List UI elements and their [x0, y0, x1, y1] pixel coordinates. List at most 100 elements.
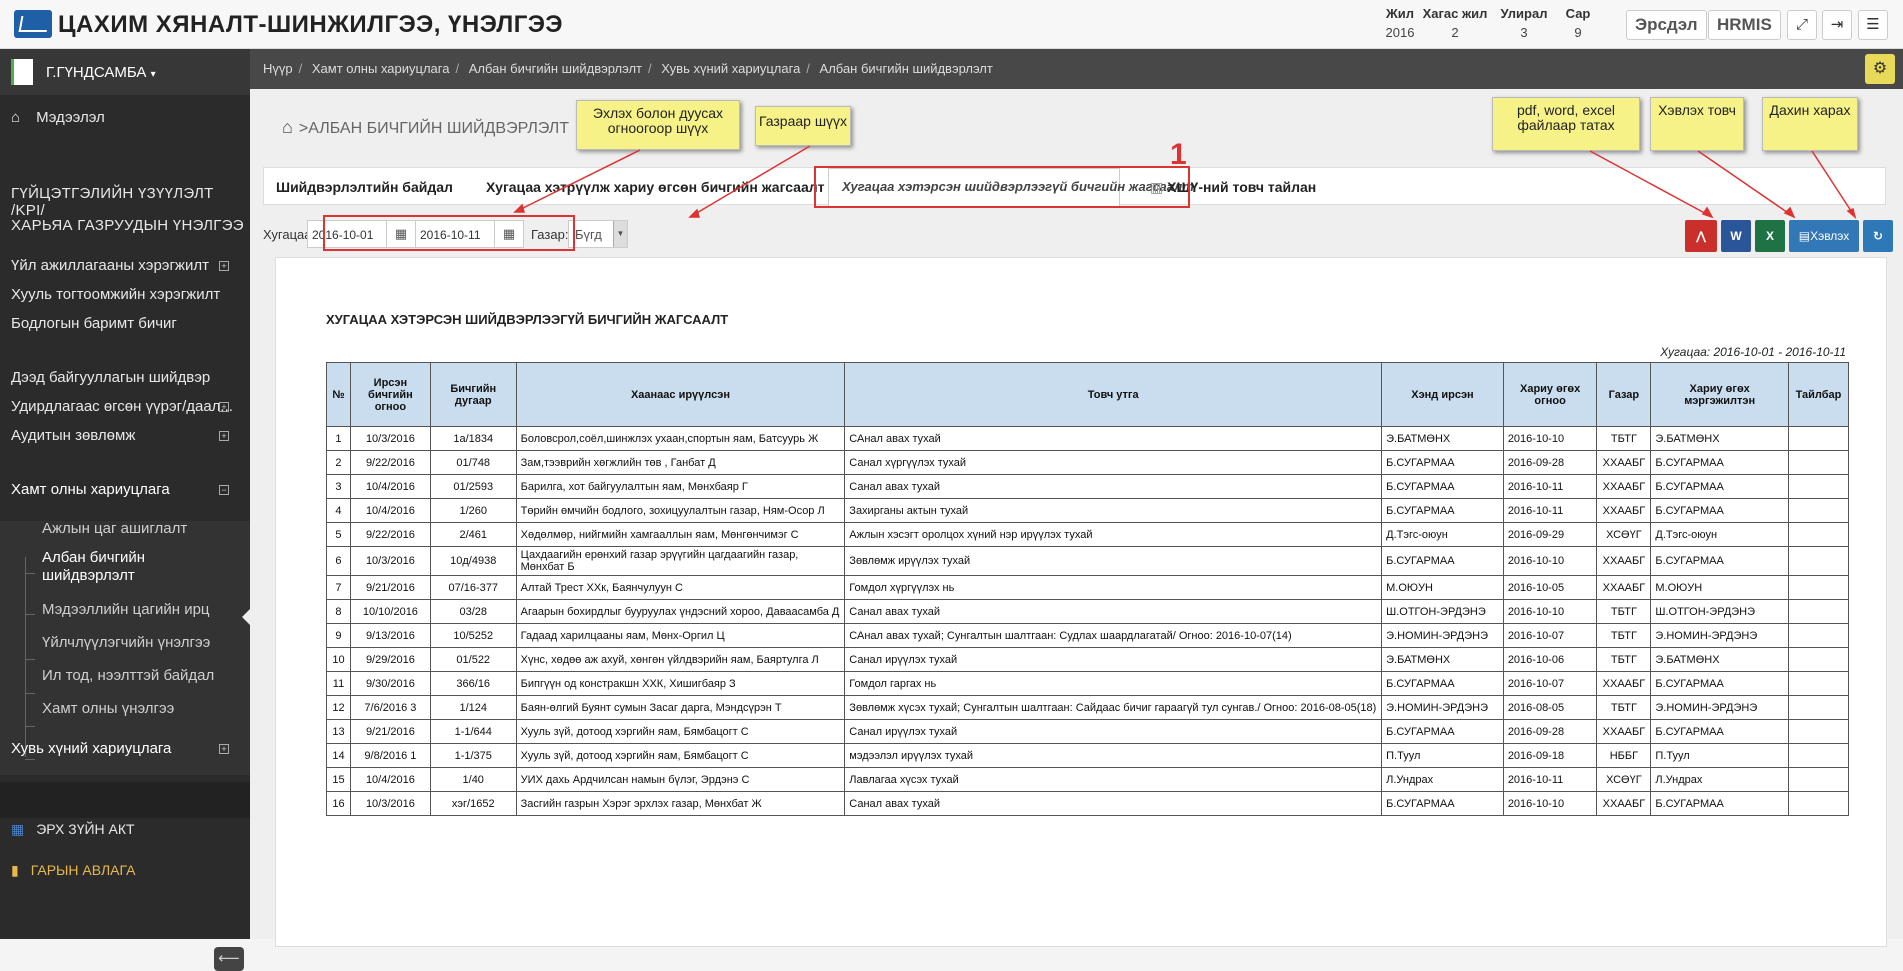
sidebar-item-activity[interactable]: Үйл ажиллагааны хэрэгжилт + [11, 257, 239, 274]
sidebar-item-customer[interactable]: Үйлчлүүлэгчийн үнэлгээ [42, 634, 210, 651]
period-halfyear[interactable]: Хагас жил 2 [1422, 6, 1488, 40]
table-cell [1787, 791, 1850, 816]
sidebar-item-label: Үйл ажиллагааны хэрэгжилт [11, 257, 209, 274]
sidebar-item-team-eval[interactable]: Хамт олны үнэлгээ [42, 700, 174, 717]
table-cell: 12 [326, 695, 351, 720]
expand-icon[interactable]: + [219, 744, 229, 754]
page-title-text: >АЛБАН БИЧГИЙН ШИЙДВЭРЛЭЛТ [298, 120, 570, 137]
table-cell: 2016-08-05 [1502, 695, 1598, 720]
table-cell: 16 [326, 791, 351, 816]
table-cell: Ажлын хэсэгт оролцох хүний нэр ирүүлэх т… [844, 522, 1383, 547]
fullscreen-icon[interactable]: ⤢ [1787, 10, 1817, 40]
table-cell [1787, 719, 1850, 744]
expand-icon[interactable]: + [219, 431, 229, 441]
sidebar-item-decision[interactable]: Дээд байгууллагын шийдвэр [11, 369, 210, 386]
sidebar-item-kpi[interactable]: ГҮЙЦЭТГЭЛИЙН ҮЗҮҮЛЭЛТ /KPI/ [11, 185, 250, 219]
sidebar-item-hkh[interactable]: Хувь хүний хариуцлага + [11, 740, 239, 757]
breadcrumb-item[interactable]: Нүүр [263, 61, 293, 76]
table-cell: Цахдаагийн ерөнхий газар эрүүгийн цагдаа… [515, 546, 846, 576]
tab-late-answered[interactable]: Хугацаа хэтрүүлж хариу өгсөн бичгийн жаг… [486, 179, 825, 195]
pdf-export-button[interactable]: ⋀ [1685, 220, 1717, 252]
tab-highlight [814, 166, 1190, 208]
table-cell [1787, 671, 1850, 696]
breadcrumb-item[interactable]: Хувь хүний хариуцлага [661, 61, 800, 76]
tree-tick [25, 693, 35, 694]
table-cell: Захирганы актын тухай [844, 498, 1383, 523]
sidebar-item-law[interactable]: Хууль тогтоомжийн хэрэгжилт [11, 286, 220, 303]
table-cell: Хүнс, хөдөө аж ахуй, хөнгөн үйлдвэрийн я… [515, 647, 846, 672]
gazar-select[interactable]: Бүгд ▼ [568, 220, 628, 248]
table-body: 1 10/3/2016 1а/1834 Боловсрол,соёл,шинжлэх … [326, 426, 1850, 816]
gear-icon[interactable]: ⚙ [1865, 54, 1895, 84]
table-cell: 03/28 [429, 599, 517, 624]
word-export-button[interactable]: W [1721, 220, 1751, 252]
table-cell: П.Туул [1650, 743, 1789, 768]
table-cell: ХХААБГ [1596, 719, 1652, 744]
table-cell: ХХААБГ [1596, 546, 1652, 576]
collapse-sidebar-icon[interactable]: ⟵ [214, 947, 244, 971]
table-cell: 2016-10-05 [1502, 575, 1598, 600]
sidebar-item-gar[interactable]: ▮ ГАРЫН АВЛАГА [11, 862, 135, 879]
table-header-cell: Ирсэн бичгийн огноо [349, 362, 431, 427]
table-cell: 9/8/2016 1 [349, 743, 431, 768]
sidebar-item-tasks[interactable]: Удирдлагаас өгсөн үүрэг/даал... + [11, 398, 239, 415]
sidebar-item-policy[interactable]: Бодлогын баримт бичиг [11, 315, 177, 332]
table-cell: 9/21/2016 [349, 575, 431, 600]
expand-icon[interactable]: + [219, 402, 229, 412]
sidebar-item-albanbichig[interactable]: Албан бичгийн шийдвэрлэлт [42, 549, 172, 585]
sidebar-item-label: Хувь хүний хариуцлага [11, 740, 172, 757]
table-cell: 2016-10-07 [1502, 623, 1598, 648]
table-cell: 7/6/2016 3 [349, 695, 431, 720]
table-cell [1787, 474, 1850, 499]
table-cell: ХХААБГ [1596, 450, 1652, 475]
table-cell: 13 [326, 719, 351, 744]
expand-icon[interactable]: + [219, 261, 229, 271]
table-cell: Санал авах тухай [844, 474, 1383, 499]
hrmis-button[interactable]: HRMIS [1708, 10, 1781, 40]
sidebar-item-info[interactable]: ⌂ Мэдээлэл [11, 109, 105, 126]
table-cell: Төрийн өмчийн бодлого, зохицуулалтын газ… [515, 498, 846, 523]
table-cell: 07/16-377 [429, 575, 517, 600]
table-cell: Барилга, хот байгуулалтын яам, Мөнхбаяр … [515, 474, 846, 499]
sidebar-item-hamt[interactable]: Хамт олны хариуцлага − [11, 481, 239, 498]
table-cell [1787, 647, 1850, 672]
breadcrumb: Нүүр / Хамт олны хариуцлага / Албан бичгий… [263, 61, 993, 76]
refresh-button[interactable]: ↻ [1863, 220, 1893, 252]
table-cell: 3 [326, 474, 351, 499]
table-cell: Зөвлөмж хүсэх тухай; Сунгалтын шалтгаан:… [844, 695, 1383, 720]
table-cell: Б.СУГАРМАА [1650, 719, 1789, 744]
table-cell: 10/4/2016 [349, 767, 431, 792]
table-cell: НББГ [1596, 743, 1652, 768]
ersdel-button[interactable]: Эрсдэл [1626, 10, 1707, 40]
print-button[interactable]: ▤Хэвлэх [1789, 220, 1859, 252]
table-cell [1787, 599, 1850, 624]
table-cell: Засгийн газрын Хэрэг эрхлэх газар, Мөнхб… [515, 791, 846, 816]
table-cell: 2016-10-11 [1502, 498, 1598, 523]
table-cell: Хөдөлмөр, нийгмийн хамгааллын яам, Мөнгө… [515, 522, 846, 547]
sidebar-item-subord[interactable]: ХАРЬЯА ГАЗРУУДЫН ҮНЭЛГЭЭ [11, 217, 244, 234]
table-cell: хэг/1652 [429, 791, 517, 816]
logout-icon[interactable]: ⇥ [1822, 10, 1852, 40]
tab-status[interactable]: Шийдвэрлэлтийн байдал [276, 179, 453, 195]
table-cell: ТБТГ [1596, 426, 1652, 451]
collapse-icon[interactable]: − [219, 485, 229, 495]
sidebar-item-attendance[interactable]: Мэдээллийн цагийн ирц [42, 601, 210, 618]
menu-icon[interactable]: ☰ [1858, 10, 1888, 40]
table-cell: 2016-10-11 [1502, 474, 1598, 499]
table-cell: САнал авах тухай; Сунгалтын шалтгаан: Су… [844, 623, 1383, 648]
sidebar-item-audit[interactable]: Аудитын зөвлөмж + [11, 427, 239, 444]
sidebar-item-erkh[interactable]: ▦ ЭРХ ЗҮЙН АКТ [11, 821, 135, 838]
breadcrumb-item[interactable]: Албан бичгийн шийдвэрлэлт [469, 61, 642, 76]
table-cell: 9/22/2016 [349, 450, 431, 475]
table-cell: Э.НОМИН-ЭРДЭНЭ [1381, 695, 1504, 720]
table-cell: Хууль зүй, дотоод хэргийн яам, Бямбацогт… [515, 719, 846, 744]
excel-export-button[interactable]: X [1755, 220, 1785, 252]
breadcrumb-item[interactable]: Хамт олны хариуцлага [312, 61, 450, 76]
user-row[interactable]: Г.ГҮНДСАМБА ▾ [0, 49, 250, 95]
period-month[interactable]: Сар 9 [1545, 6, 1611, 40]
sidebar-item-transparency[interactable]: Ил тод, нээлттэй байдал [42, 667, 214, 684]
table-cell [1787, 623, 1850, 648]
table-header-cell: Хэнд ирсэн [1381, 362, 1504, 427]
sidebar-item-worktime[interactable]: Ажлын цаг ашиглалт [42, 520, 187, 537]
report-table: № Ирсэн бичгийн огноо Бичгийн дугаар Хаанаа… [326, 362, 1850, 816]
